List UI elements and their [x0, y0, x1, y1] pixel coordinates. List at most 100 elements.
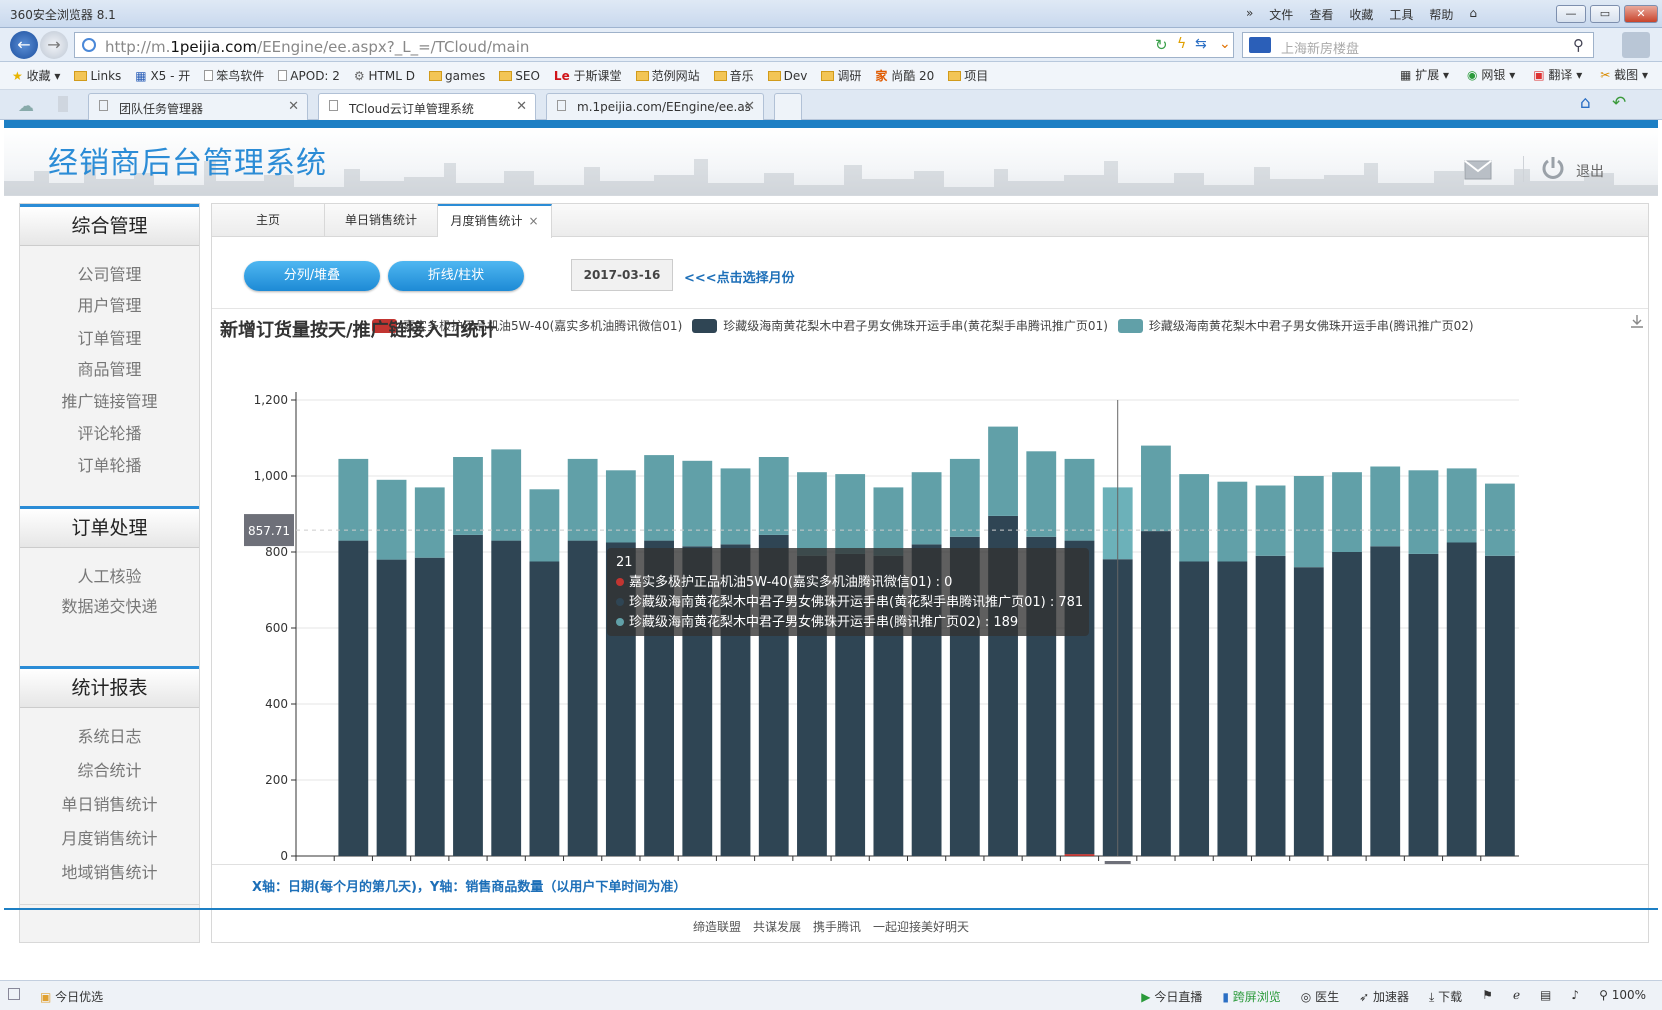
dropdown-icon[interactable]: ⌄ [1219, 36, 1231, 52]
sidebar-item-system-log[interactable]: 系统日志 [20, 723, 199, 747]
bar-3[interactable] [1141, 445, 1171, 532]
bar-3[interactable] [835, 474, 866, 554]
minimize-button[interactable]: — [1556, 5, 1586, 23]
mail-icon[interactable] [1464, 160, 1492, 180]
bar-3[interactable] [873, 487, 904, 556]
bar-3[interactable] [644, 455, 674, 541]
status-accelerator[interactable]: ➶ 加速器 [1359, 988, 1409, 1005]
bookmark-research[interactable]: 调研 [821, 67, 861, 84]
search-icon[interactable]: ⚲ [1573, 36, 1584, 54]
new-tab-button[interactable] [774, 93, 802, 120]
bar-3[interactable] [1255, 485, 1286, 556]
tab-close-icon[interactable]: ✕ [288, 99, 299, 114]
bar-2[interactable] [376, 559, 407, 856]
logout-label[interactable]: 退出 [1576, 161, 1604, 181]
bookmark-music[interactable]: 音乐 [713, 67, 754, 84]
bookmark-html[interactable]: ⚙ HTML D [354, 69, 415, 83]
bar-2[interactable] [1370, 546, 1401, 856]
speed-icon[interactable]: ϟ [1177, 36, 1186, 52]
status-cross-screen[interactable]: ▮ 跨屏浏览 [1222, 988, 1280, 1005]
bar-3[interactable] [1064, 458, 1095, 541]
sidebar-item-regional-sales[interactable]: 地域销售统计 [20, 859, 199, 883]
bar-3[interactable] [567, 458, 598, 541]
menu-view[interactable]: 查看 [1309, 6, 1333, 23]
bookmark-course[interactable]: Le 于斯课堂 [554, 67, 622, 84]
bar-3[interactable] [758, 457, 789, 535]
bookmark-bird[interactable]: 笨鸟软件 [204, 67, 264, 84]
bar-3[interactable] [1026, 451, 1057, 537]
bank-button[interactable]: ◉ 网银 ▾ [1467, 66, 1515, 83]
bar-2[interactable] [1484, 555, 1515, 856]
ie-icon[interactable]: ℯ [1513, 988, 1520, 1005]
bar-3[interactable] [1179, 474, 1210, 562]
legend-item-series-2[interactable]: 珍藏级海南黄花梨木中君子男女佛珠开运手串(黄花梨手串腾讯推广页01) [692, 317, 1108, 334]
bookmark-dev[interactable]: Dev [767, 69, 807, 83]
bar-3[interactable] [1217, 481, 1248, 562]
bar-3[interactable] [529, 489, 560, 562]
home-icon[interactable]: ⌂ [1580, 93, 1591, 113]
sidebar-toggle-icon[interactable] [8, 988, 20, 1000]
cloud-icon[interactable]: ☁ [18, 96, 34, 115]
menu-more-icon[interactable]: » [1246, 6, 1253, 23]
bar-2[interactable] [1293, 567, 1324, 856]
status-live[interactable]: ▶ 今日直播 [1141, 988, 1202, 1005]
skin-icon[interactable]: ⌂ [1469, 6, 1477, 23]
tab-close-icon[interactable]: ✕ [516, 99, 527, 114]
sidebar-group-order-processing[interactable]: 订单处理 [20, 506, 199, 548]
bar-2[interactable] [567, 540, 598, 856]
legend-item-series-3[interactable]: 珍藏级海南黄花梨木中君子男女佛珠开运手串(腾讯推广页02) [1117, 317, 1474, 334]
trash-icon[interactable] [58, 96, 68, 112]
bar-2[interactable] [1217, 561, 1248, 857]
browser-tab-team[interactable]: 团队任务管理器 ✕ [88, 93, 308, 120]
sidebar-item-daily-sales[interactable]: 单日销售统计 [20, 791, 199, 815]
menu-tools[interactable]: 工具 [1389, 6, 1413, 23]
bar-3[interactable] [1332, 472, 1362, 552]
choose-month-link[interactable]: <<<点击选择月份 [684, 267, 795, 286]
bar-3[interactable] [949, 458, 980, 537]
sidebar-item-manual-verify[interactable]: 人工核验 [20, 563, 199, 587]
sidebar-item-order-carousel[interactable]: 订单轮播 [20, 452, 199, 476]
tab-daily-sales[interactable]: 单日销售统计 [325, 204, 438, 237]
sidebar-item-products[interactable]: 商品管理 [20, 356, 199, 380]
forward-button[interactable]: → [40, 31, 68, 59]
url-input[interactable]: http://m.1peijia.com/EEngine/ee.aspx?_L_… [74, 32, 1234, 58]
bar-2[interactable] [1332, 552, 1362, 856]
sidebar-item-review-carousel[interactable]: 评论轮播 [20, 420, 199, 444]
bar-2[interactable] [1141, 531, 1171, 856]
bar-3[interactable] [376, 479, 407, 560]
bar-3[interactable] [797, 472, 827, 556]
status-zoom[interactable]: ⚲ 100% [1599, 988, 1646, 1005]
menu-file[interactable]: 文件 [1269, 6, 1293, 23]
bar-3[interactable] [1408, 470, 1439, 554]
extensions-button[interactable]: ▦ 扩展 ▾ [1400, 66, 1449, 83]
bar-2[interactable] [1255, 555, 1286, 856]
status-today-picks[interactable]: ▣ 今日优选 [40, 988, 103, 1005]
sound-icon[interactable]: ♪ [1571, 988, 1579, 1005]
status-download[interactable]: ⤓ 下载 [1429, 988, 1462, 1005]
power-icon[interactable] [1541, 156, 1565, 180]
bar-3[interactable] [605, 470, 636, 543]
bar-3[interactable] [414, 487, 445, 558]
bookmark-x5[interactable]: ▦ X5 - 开 [135, 67, 190, 84]
sidebar-item-orders[interactable]: 订单管理 [20, 325, 199, 349]
bar-2[interactable] [529, 561, 560, 857]
compat-icon[interactable]: ⇆ [1195, 36, 1207, 52]
bar-3[interactable] [1484, 483, 1515, 556]
user-avatar-icon[interactable] [1622, 32, 1650, 58]
tab-monthly-sales[interactable]: 月度销售统计 × [438, 204, 552, 238]
tab-close-icon[interactable]: ✕ [744, 99, 755, 114]
bar-2[interactable] [491, 540, 522, 856]
date-picker[interactable]: 2017-03-16 [571, 259, 673, 291]
browser-tab-tcloud[interactable]: TCloud云订单管理系统 ✕ [318, 93, 536, 121]
sidebar-item-submit-express[interactable]: 数据递交快递 [20, 593, 199, 617]
bookmark-shangku[interactable]: 家 尚酷 20 [875, 67, 934, 84]
bar-3[interactable] [338, 458, 369, 541]
menu-help[interactable]: 帮助 [1429, 6, 1453, 23]
sidebar-group-reports[interactable]: 统计报表 [20, 666, 199, 708]
window-icon[interactable]: ▤ [1540, 988, 1551, 1005]
bookmark-favorites[interactable]: ★ 收藏 ▾ [12, 67, 60, 84]
search-input[interactable]: 上海新房楼盘 ⚲ [1242, 32, 1594, 58]
bookmark-links[interactable]: Links [74, 69, 121, 83]
sidebar-item-monthly-sales[interactable]: 月度销售统计 [20, 825, 199, 849]
maximize-button[interactable]: ▭ [1590, 5, 1620, 23]
